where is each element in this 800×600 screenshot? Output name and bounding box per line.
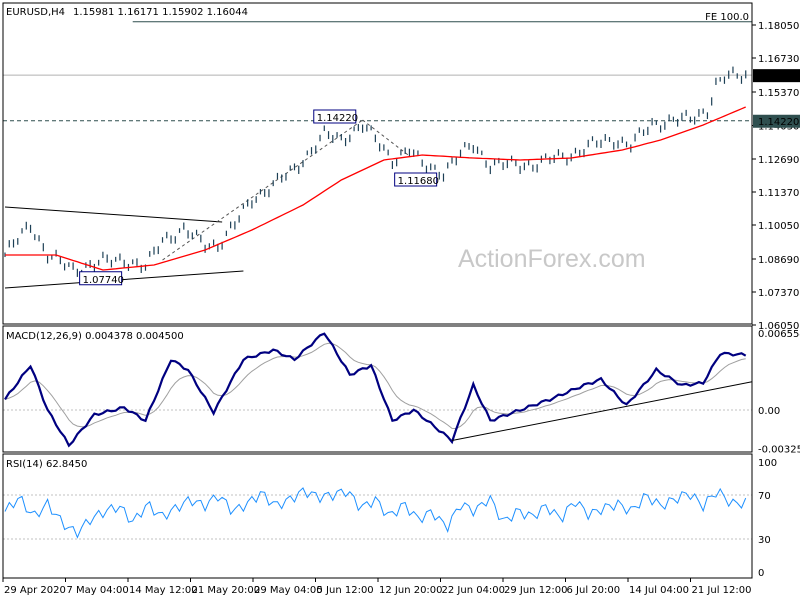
price-tick-label: 1.15370 [758,88,799,99]
time-tick-label: 21 May 20:00 [192,585,261,596]
time-tick-label: 7 May 04:00 [67,585,129,596]
rsi-tick-label: 30 [758,535,771,546]
rsi-tick-label: 100 [758,458,777,469]
ohlc-values: 1.15981 1.16171 1.15902 1.16044 [73,7,248,18]
rsi-label: RSI(14) 62.8450 [6,459,87,470]
time-tick-label: 14 May 12:00 [129,585,198,596]
eurusd-chart: ActionForex.com FE 100.0 1.14220 1.11680 1.… [0,0,800,600]
price-tick-label: 1.07370 [758,288,799,299]
chart-title: EURUSD,H4 1.15981 1.16171 1.15902 1.16044 [6,7,248,18]
rsi-tick-label: 70 [758,491,771,502]
time-tick-label: 29 May 04:00 [254,585,323,596]
price-annotation-label: 1.11680 [398,176,439,187]
price-tick-label: 1.12690 [758,155,799,166]
price-tick-label: 1.11370 [758,188,799,199]
time-tick-label: 22 Jun 04:00 [442,585,506,596]
price-tick-label: 1.08690 [758,255,799,266]
macd-tick-label: 0.00 [758,406,780,417]
time-tick-label: 21 Jul 12:00 [692,585,752,596]
fe-label: FE 100.0 [705,12,749,23]
price-annotation-label: 1.14220 [317,113,358,124]
rsi-tick-label: 0 [758,568,764,579]
time-tick-label: 12 Jun 20:00 [379,585,443,596]
price-tick-label: 1.16730 [758,54,799,65]
price-tick-label: 1.10050 [758,221,799,232]
price-annotation-label: 1.07740 [83,275,124,286]
level-price-tag-label: 1.14220 [758,117,799,128]
macd-tick-label: 0.006554 [758,329,800,340]
time-tick-label: 6 Jul 20:00 [567,585,621,596]
symbol-label: EURUSD,H4 [6,7,65,18]
macd-tick-label: -0.003259 [758,444,800,455]
watermark: ActionForex.com [458,245,646,273]
price-tick-label: 1.18050 [758,21,799,32]
macd-label: MACD(12,26,9) 0.004378 0.004500 [6,331,184,342]
time-tick-label: 29 Apr 2020 [4,585,66,596]
time-tick-label: 14 Jul 04:00 [629,585,689,596]
time-tick-label: 29 Jun 12:00 [504,585,568,596]
current-price-tag-label: 1.16044 [758,71,799,82]
time-tick-label: 5 Jun 12:00 [317,585,374,596]
